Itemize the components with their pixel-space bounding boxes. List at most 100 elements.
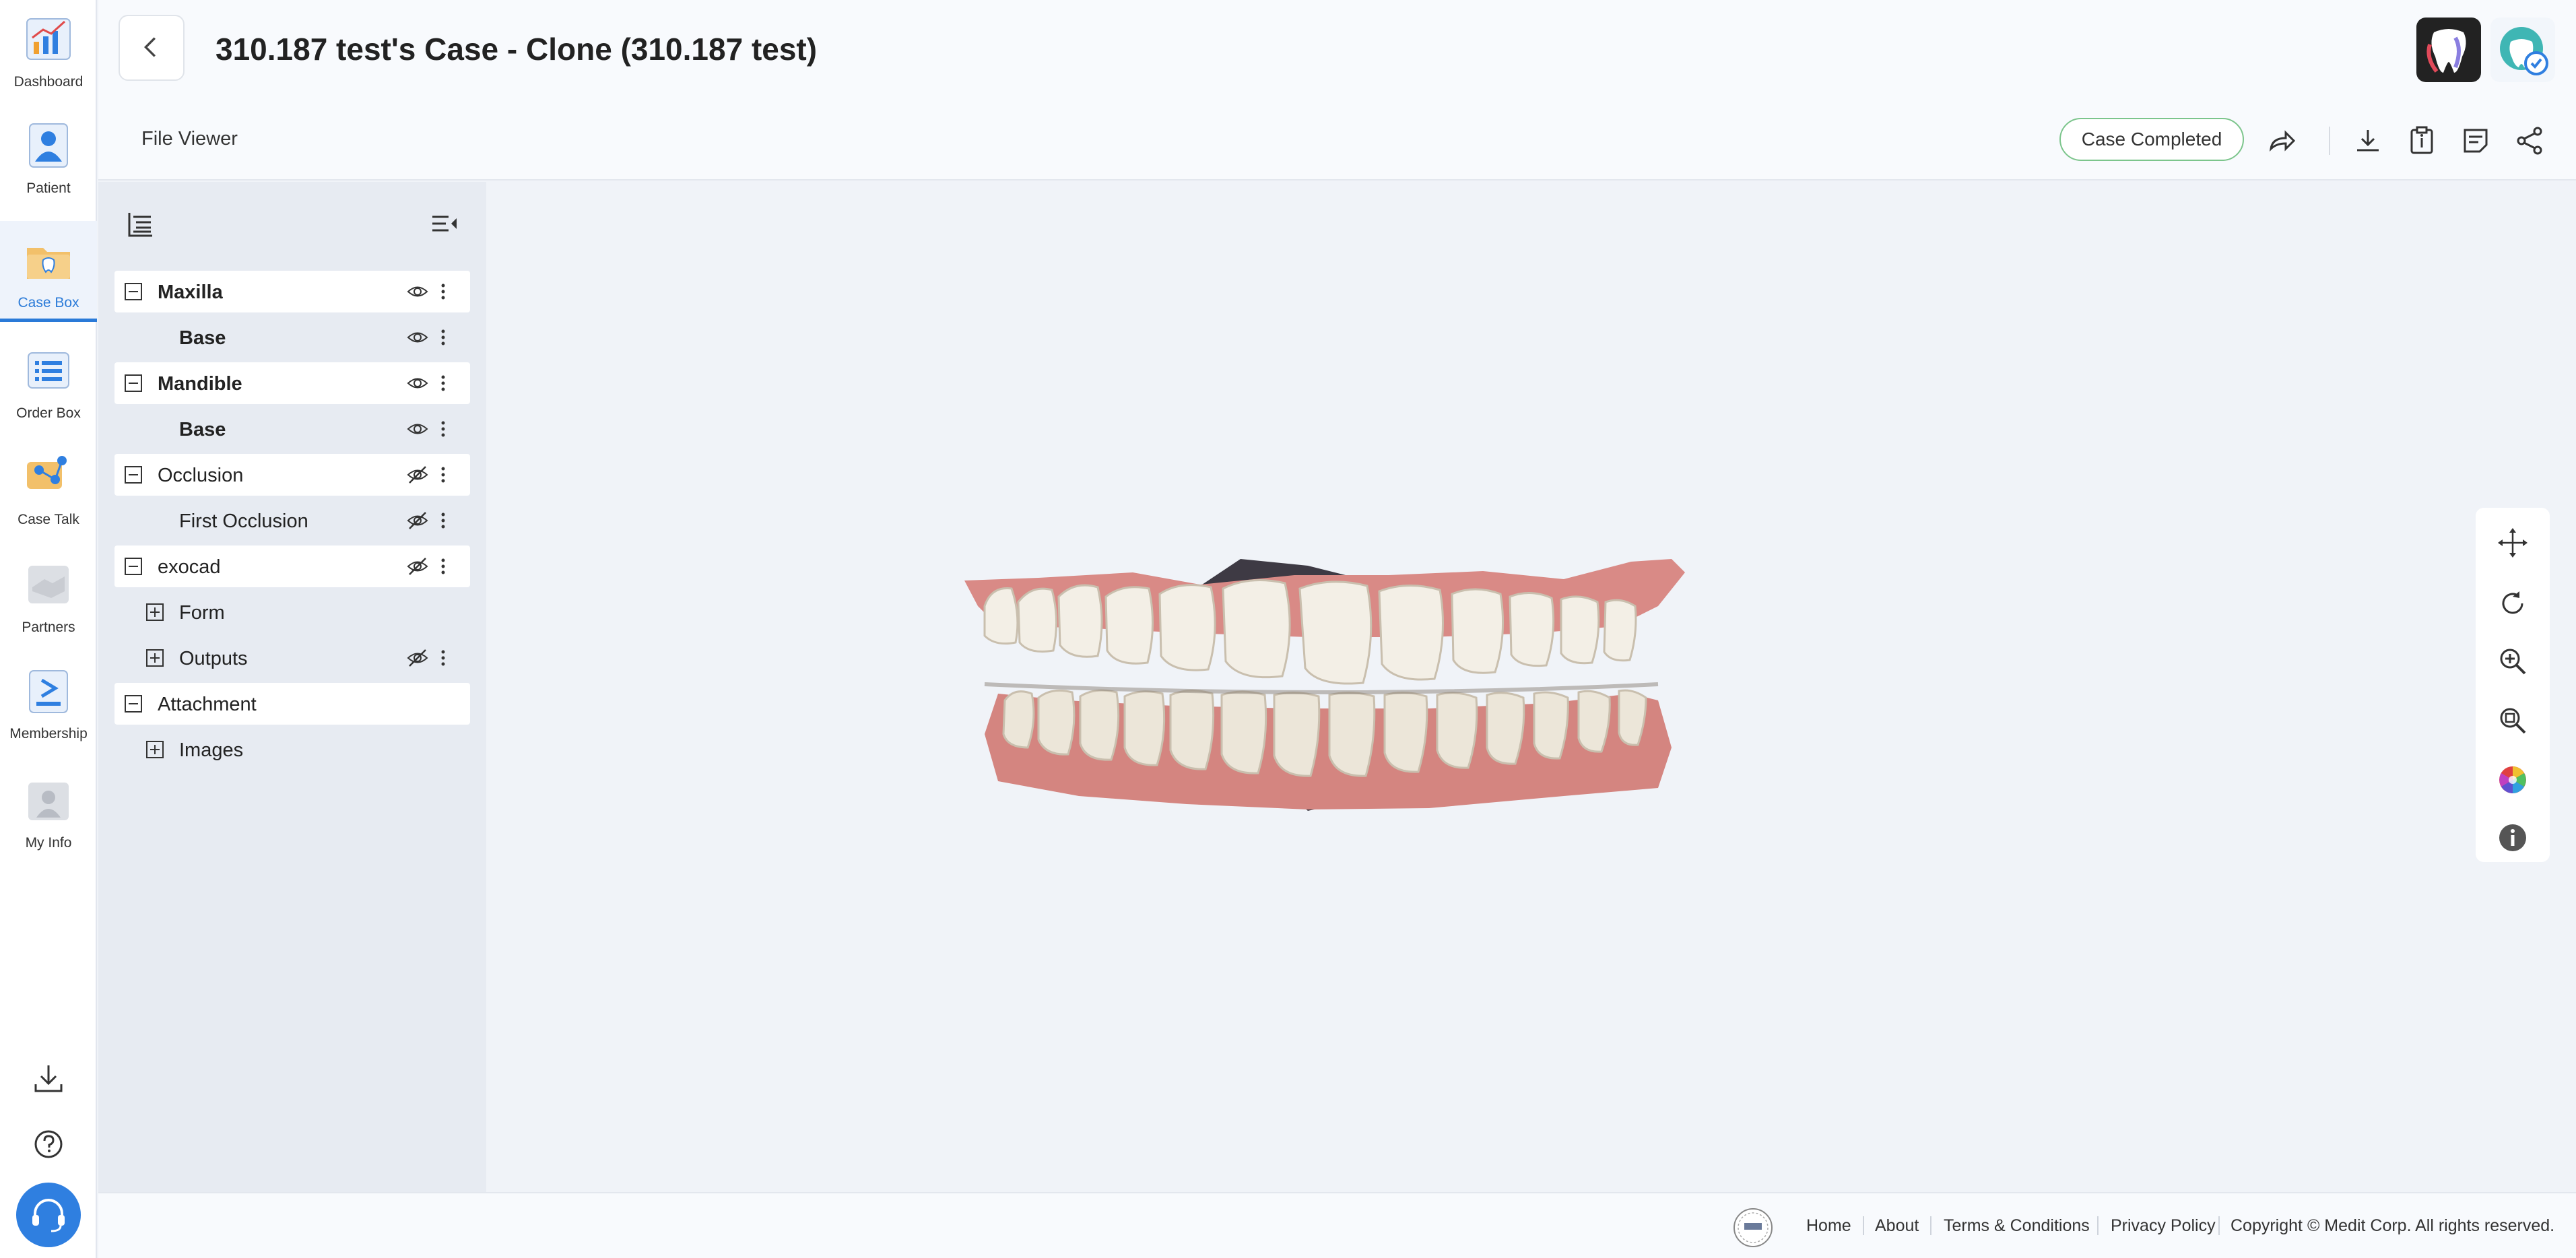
- more-vertical-icon[interactable]: [436, 418, 450, 440]
- tree-label: Outputs: [179, 648, 248, 669]
- checked-tooth-logo-icon: [2500, 27, 2548, 75]
- tree-label: Maxilla: [158, 282, 223, 303]
- clipboard-info-icon[interactable]: [2406, 125, 2438, 157]
- nav-label: Partners: [22, 620, 75, 635]
- eye-off-icon[interactable]: [407, 556, 428, 576]
- eye-icon[interactable]: [407, 419, 428, 439]
- nav-item-partners[interactable]: Partners: [0, 545, 97, 647]
- download-icon[interactable]: [2352, 125, 2384, 157]
- tree-row-occlusion[interactable]: Occlusion: [114, 454, 470, 496]
- footer-separator: [2097, 1216, 2099, 1235]
- tree-structure-icon[interactable]: [125, 209, 156, 240]
- collapse-minus-icon[interactable]: [124, 465, 143, 484]
- nav-item-case-box[interactable]: Case Box: [0, 221, 97, 322]
- footer-link-about[interactable]: About: [1875, 1216, 1919, 1236]
- more-vertical-icon[interactable]: [436, 281, 450, 302]
- tree-row-mandible[interactable]: Mandible: [114, 362, 470, 404]
- back-button[interactable]: [119, 15, 185, 81]
- footer-separator: [1863, 1216, 1864, 1235]
- rotate-icon[interactable]: [2497, 587, 2529, 620]
- tree-row-images[interactable]: Images: [114, 729, 470, 770]
- nav-item-my-info[interactable]: My Info: [0, 761, 97, 862]
- tree-label: First Occlusion: [179, 510, 308, 532]
- medit-app-logo[interactable]: [2490, 18, 2555, 82]
- tooth-logo-icon: [2426, 29, 2466, 73]
- 3d-viewer[interactable]: [486, 182, 2576, 1192]
- more-vertical-icon[interactable]: [436, 372, 450, 394]
- note-icon[interactable]: [2459, 125, 2492, 157]
- eye-off-icon[interactable]: [407, 648, 428, 668]
- footer-link-privacy[interactable]: Privacy Policy: [2111, 1216, 2216, 1236]
- tree-row-first-occlusion[interactable]: First Occlusion: [114, 500, 470, 541]
- nav-item-order-box[interactable]: Order Box: [0, 331, 97, 432]
- support-chat-button[interactable]: [16, 1183, 81, 1247]
- tooth-app-logo[interactable]: [2416, 18, 2481, 82]
- expand-plus-icon[interactable]: [145, 649, 164, 667]
- footer-link-terms[interactable]: Terms & Conditions: [1944, 1216, 2090, 1236]
- footer-copyright: Copyright © Medit Corp. All rights reser…: [2231, 1216, 2555, 1235]
- expand-plus-icon[interactable]: [145, 603, 164, 622]
- collapse-minus-icon[interactable]: [124, 282, 143, 301]
- status-badge: Case Completed: [2059, 118, 2244, 161]
- zoom-fit-icon[interactable]: [2497, 704, 2529, 737]
- nav-label: My Info: [25, 835, 72, 851]
- case-talk-icon: [27, 456, 67, 489]
- download-app-icon[interactable]: [32, 1061, 65, 1095]
- tree-row-mandible-base[interactable]: Base: [114, 408, 470, 450]
- left-navigation: Dashboard Patient Case Box Order Box Cas…: [0, 0, 97, 1258]
- eye-icon[interactable]: [407, 282, 428, 302]
- eye-off-icon[interactable]: [407, 510, 428, 531]
- toolbar-divider: [2329, 127, 2330, 155]
- tree-label: Images: [179, 739, 244, 761]
- nav-label: Case Box: [18, 295, 79, 310]
- nav-item-dashboard[interactable]: Dashboard: [0, 0, 97, 101]
- pan-move-icon[interactable]: [2497, 527, 2529, 559]
- more-vertical-icon[interactable]: [436, 510, 450, 531]
- more-vertical-icon[interactable]: [436, 327, 450, 348]
- nav-item-case-talk[interactable]: Case Talk: [0, 438, 97, 539]
- tree-label: Occlusion: [158, 465, 244, 486]
- footer-separator: [2218, 1216, 2220, 1235]
- color-wheel-icon[interactable]: [2497, 764, 2529, 796]
- collapse-minus-icon[interactable]: [124, 557, 143, 576]
- tree-row-attachment[interactable]: Attachment: [114, 683, 470, 725]
- collapse-panel-icon[interactable]: [428, 209, 459, 240]
- more-vertical-icon[interactable]: [436, 464, 450, 486]
- eye-icon[interactable]: [407, 327, 428, 347]
- zoom-in-icon[interactable]: [2497, 645, 2529, 677]
- collapse-minus-icon[interactable]: [124, 694, 143, 713]
- tree-row-form[interactable]: Form: [114, 591, 470, 633]
- viewer-title: File Viewer: [141, 128, 238, 150]
- more-vertical-icon[interactable]: [436, 647, 450, 669]
- footer-link-home[interactable]: Home: [1806, 1216, 1851, 1236]
- tree-label: Base: [179, 327, 226, 349]
- more-vertical-icon[interactable]: [436, 556, 450, 577]
- page-title: 310.187 test's Case - Clone (310.187 tes…: [216, 32, 818, 67]
- viewer-toolbar: File Viewer Case Completed: [98, 101, 2576, 180]
- top-header: 310.187 test's Case - Clone (310.187 tes…: [98, 0, 2576, 101]
- forward-share-icon[interactable]: [2266, 125, 2298, 157]
- tree-label: exocad: [158, 556, 221, 578]
- eye-icon[interactable]: [407, 373, 428, 393]
- help-icon[interactable]: [32, 1127, 65, 1161]
- dental-model-3d[interactable]: [958, 532, 1725, 828]
- nav-item-patient[interactable]: Patient: [0, 106, 97, 207]
- info-icon[interactable]: [2497, 822, 2529, 854]
- share-icon[interactable]: [2513, 125, 2546, 157]
- nav-label: Patient: [26, 180, 71, 196]
- membership-icon: [29, 670, 68, 713]
- collapse-minus-icon[interactable]: [124, 374, 143, 393]
- footer-separator: [1930, 1216, 1931, 1235]
- eye-off-icon[interactable]: [407, 465, 428, 485]
- expand-plus-icon[interactable]: [145, 740, 164, 759]
- tree-row-outputs[interactable]: Outputs: [114, 637, 470, 679]
- order-box-icon: [28, 352, 69, 389]
- partners-icon: [28, 566, 69, 603]
- tree-row-exocad[interactable]: exocad: [114, 545, 470, 587]
- headset-icon: [32, 1199, 65, 1232]
- tree-row-maxilla-base[interactable]: Base: [114, 317, 470, 358]
- nav-item-membership[interactable]: Membership: [0, 652, 97, 753]
- tree-label: Attachment: [158, 694, 257, 715]
- certification-badge-icon: [1733, 1208, 1773, 1247]
- tree-row-maxilla[interactable]: Maxilla: [114, 271, 470, 312]
